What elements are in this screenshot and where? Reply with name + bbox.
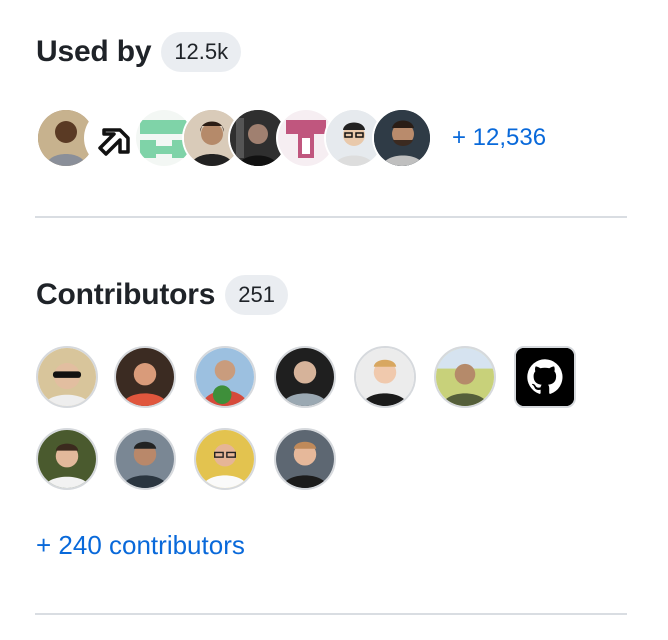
used-by-avatar-8[interactable] <box>374 110 430 166</box>
used-by-count-badge: 12.5k <box>161 32 242 72</box>
used-by-more-link[interactable]: + 12,536 <box>452 124 546 152</box>
divider <box>35 216 627 218</box>
contributors-title[interactable]: Contributors <box>36 278 215 312</box>
used-by-title[interactable]: Used by <box>36 35 152 69</box>
used-by-header: Used by 12.5k <box>36 32 242 72</box>
contributor-avatar-3[interactable] <box>194 346 256 408</box>
contributor-avatar-10[interactable] <box>194 428 256 490</box>
contributor-avatar-1[interactable] <box>36 346 98 408</box>
contributor-avatar-4[interactable] <box>274 346 336 408</box>
contributors-header: Contributors 251 <box>36 275 288 315</box>
contributor-avatar-8[interactable] <box>36 428 98 490</box>
divider <box>35 613 627 615</box>
contributors-count-badge: 251 <box>225 275 288 315</box>
contributor-avatar-6[interactable] <box>434 346 496 408</box>
contributor-avatar-2[interactable] <box>114 346 176 408</box>
contributor-avatar-5[interactable] <box>354 346 416 408</box>
contributors-more-link[interactable]: + 240 contributors <box>36 530 245 561</box>
arrow-app-logo-icon[interactable] <box>86 110 142 166</box>
contributor-avatar-9[interactable] <box>114 428 176 490</box>
github-icon[interactable] <box>514 346 576 408</box>
contributor-avatar-11[interactable] <box>274 428 336 490</box>
